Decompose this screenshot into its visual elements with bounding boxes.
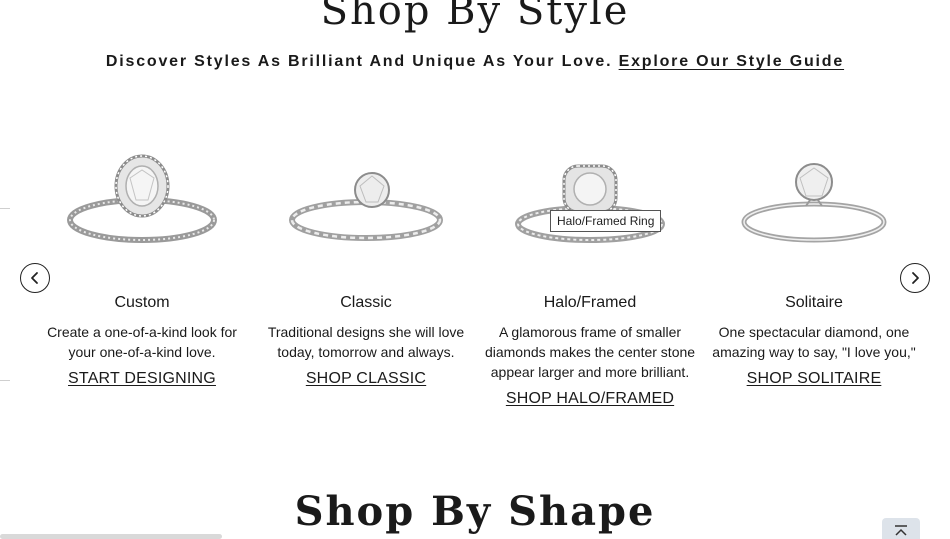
classic-ring-image[interactable] (286, 150, 446, 260)
card-title: Custom (114, 294, 170, 311)
style-card-solitaire: Solitaire One spectacular diamond, one a… (704, 150, 924, 388)
card-description: Create a one-of-a-kind look for your one… (47, 324, 237, 360)
style-card-classic: Classic Traditional designs she will lov… (256, 150, 476, 388)
ring-tooltip: Halo/Framed Ring (550, 210, 662, 232)
next-section-title: Shop By Shape (294, 488, 656, 535)
card-title: Halo/Framed (543, 294, 637, 311)
style-card-halo-framed: Halo/Framed A glamorous frame of smaller… (480, 150, 700, 408)
card-title: Solitaire (785, 294, 843, 311)
custom-ring-image[interactable] (62, 150, 222, 260)
solitaire-ring-image[interactable] (734, 150, 894, 260)
shop-solitaire-link[interactable]: SHOP SOLITAIRE (747, 370, 882, 388)
card-description: A glamorous frame of smaller diamonds ma… (484, 324, 696, 380)
style-guide-link[interactable]: Explore Our Style Guide (619, 53, 844, 70)
shop-classic-link[interactable]: SHOP CLASSIC (306, 370, 426, 388)
halo-framed-ring-image[interactable] (510, 150, 670, 260)
style-card-custom: Custom Create a one-of-a-kind look for y… (32, 150, 252, 388)
section-subtitle: Discover Styles As Brilliant And Unique … (0, 53, 950, 71)
page: Shop By Style Discover Styles As Brillia… (0, 0, 950, 539)
subtitle-text: Discover Styles As Brilliant And Unique … (105, 53, 613, 70)
back-to-top-button[interactable] (882, 518, 920, 539)
shop-halo-framed-link[interactable]: SHOP HALO/FRAMED (506, 390, 674, 408)
edge-divider (0, 380, 10, 381)
arrow-up-to-line-icon (895, 525, 907, 536)
start-designing-link[interactable]: START DESIGNING (68, 370, 216, 388)
edge-divider (0, 208, 10, 209)
card-description: Traditional designs she will love today,… (267, 324, 465, 360)
section-title: Shop By Style (320, 0, 630, 34)
horizontal-scrollbar[interactable] (0, 534, 222, 539)
card-title: Classic (340, 294, 392, 311)
card-description: One spectacular diamond, one amazing way… (712, 324, 916, 360)
